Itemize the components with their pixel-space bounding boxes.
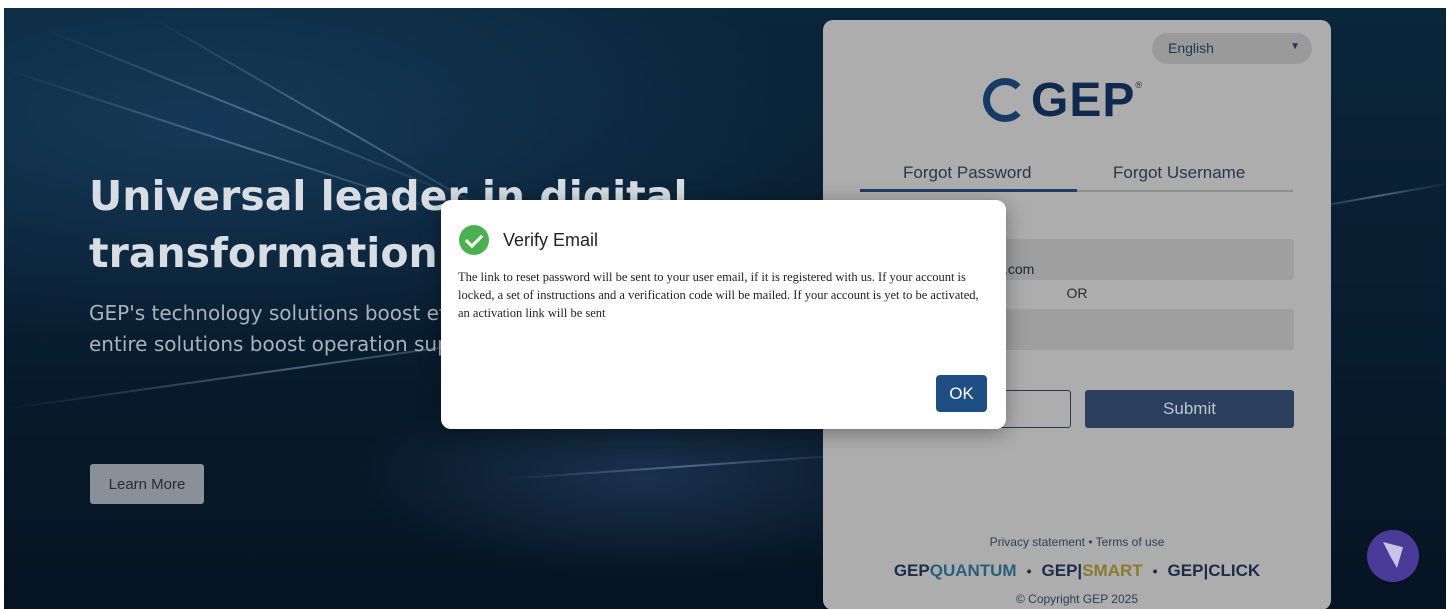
brand-click: CLICK [1208, 561, 1261, 580]
dialog-title: Verify Email [503, 230, 599, 250]
brand-smart: SMART [1082, 561, 1143, 580]
language-select-value: English [1168, 40, 1214, 56]
copyright-text: © Copyright GEP 2025 [1015, 592, 1139, 606]
brand-gep-smart: GEP|SMART [1042, 561, 1143, 581]
learn-more-button[interactable]: Learn More [90, 464, 204, 504]
ok-button[interactable]: OK [936, 375, 987, 412]
brand-quantum: QUANTUM [929, 561, 1017, 580]
email-field-value: .com [1004, 261, 1035, 277]
verify-email-dialog: Verify Email The link to reset password … [441, 200, 1006, 429]
link-separator: • [1088, 535, 1093, 549]
language-select[interactable]: English ▼ [1152, 33, 1312, 64]
footer-links: Privacy statement • Terms of use [823, 535, 1331, 549]
brand-gep-quantum: GEPQUANTUM [894, 561, 1017, 581]
dialog-message: The link to reset password will be sent … [458, 270, 979, 320]
brand-gep: GEP [1041, 561, 1078, 580]
logo-text: GEP [1031, 73, 1136, 127]
tab-forgot-username[interactable]: Forgot Username [1113, 163, 1245, 183]
logo-registered-mark: ® [1135, 80, 1143, 90]
product-brands: GEPQUANTUM • GEP|SMART • GEP|CLICK [837, 561, 1317, 581]
brand-gep: GEP [893, 561, 930, 580]
tab-active-indicator [860, 189, 1077, 192]
terms-of-use-link[interactable]: Terms of use [1096, 535, 1165, 549]
tab-forgot-password[interactable]: Forgot Password [903, 163, 1032, 183]
chat-help-icon[interactable] [1367, 530, 1419, 582]
privacy-statement-link[interactable]: Privacy statement [990, 535, 1085, 549]
brand-gep-click: GEP|CLICK [1168, 561, 1261, 581]
brand-gep: GEP [1167, 561, 1204, 580]
submit-button[interactable]: Submit [1085, 390, 1294, 428]
gep-swirl-icon [983, 78, 1027, 122]
check-circle-icon [459, 225, 489, 255]
gep-logo: GEP ® [983, 70, 1173, 130]
brand-separator: • [1152, 563, 1158, 579]
chevron-down-icon: ▼ [1290, 41, 1300, 52]
brand-separator: • [1026, 563, 1032, 579]
